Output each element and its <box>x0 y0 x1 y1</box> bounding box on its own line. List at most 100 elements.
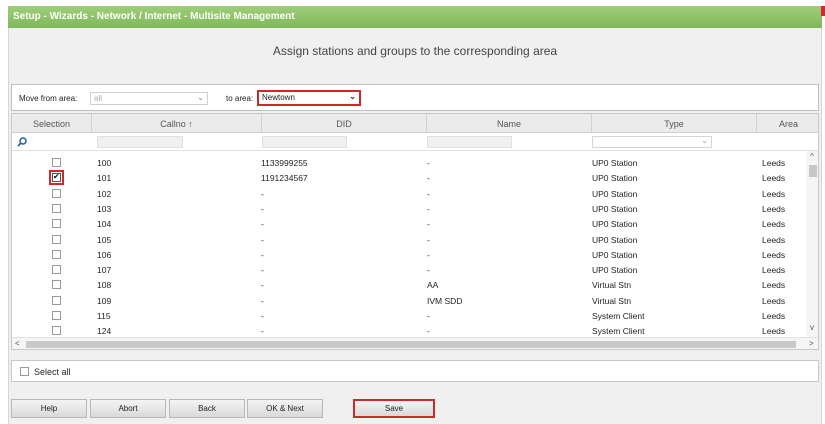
table-row[interactable]: 100 1133999255 - UP0 Station Leeds <box>12 155 806 170</box>
cell-did: - <box>261 203 264 214</box>
row-select-checkbox[interactable] <box>52 265 61 275</box>
cell-did: - <box>261 219 264 230</box>
cell-area: Leeds <box>762 188 786 199</box>
save-button[interactable]: Save <box>353 399 435 418</box>
select-all-checkbox[interactable] <box>20 367 29 376</box>
page-heading: Assign stations and groups to the corres… <box>272 44 558 58</box>
cell-callno: 103 <box>97 203 112 214</box>
cell-area: Leeds <box>762 173 786 184</box>
row-select-checkbox[interactable] <box>52 203 61 213</box>
select-all-label[interactable]: Select all <box>34 367 71 377</box>
callno-filter-input[interactable] <box>97 136 183 148</box>
cell-type: System Client <box>592 311 645 321</box>
table-header: Selection Callno ↑ DID Name Type Area <box>12 114 818 133</box>
help-button[interactable]: Help <box>11 399 87 418</box>
cell-type: Virtual Stn <box>592 280 632 291</box>
cell-callno: 107 <box>97 265 112 276</box>
row-select-checkbox[interactable] <box>52 295 61 305</box>
cell-name: - <box>427 203 430 214</box>
cell-area: Leeds <box>762 158 786 168</box>
vertical-scrollbar[interactable]: ^ v <box>806 151 818 337</box>
move-area-bar: Move from area: all ⌄ to area: Newtown ⌄ <box>11 84 819 111</box>
column-header-selection[interactable]: Selection <box>12 114 92 133</box>
cell-callno: 104 <box>97 219 112 230</box>
cell-callno: 105 <box>97 234 112 245</box>
cell-area: Leeds <box>762 311 786 321</box>
table-row[interactable]: 104 - - UP0 Station Leeds <box>12 216 806 231</box>
cell-callno: 101 <box>97 173 112 184</box>
column-header-callno[interactable]: Callno ↑ <box>92 114 262 133</box>
move-from-select: all ⌄ <box>90 92 208 105</box>
cell-area: Leeds <box>762 234 786 245</box>
vertical-scroll-thumb[interactable] <box>809 165 817 177</box>
abort-button[interactable]: Abort <box>90 399 166 418</box>
did-filter-input[interactable] <box>262 136 347 148</box>
row-select-checkbox[interactable] <box>52 188 61 198</box>
cell-name: - <box>427 265 430 276</box>
cell-name: - <box>427 311 430 321</box>
ok-next-button[interactable]: OK & Next <box>247 399 323 418</box>
table-row[interactable]: 115 - - System Client Leeds <box>12 308 806 323</box>
row-select-checkbox[interactable] <box>52 311 61 320</box>
to-area-select[interactable]: Newtown ⌄ <box>257 90 361 106</box>
cell-name: - <box>427 234 430 245</box>
table-row[interactable]: 108 - AA Virtual Stn Leeds <box>12 277 806 292</box>
column-header-did[interactable]: DID <box>262 114 427 133</box>
scroll-left-icon[interactable]: < <box>15 339 20 348</box>
cell-name: - <box>427 219 430 230</box>
column-header-type[interactable]: Type <box>592 114 757 133</box>
column-header-area[interactable]: Area <box>757 114 818 133</box>
cell-did: - <box>261 234 264 245</box>
close-icon[interactable] <box>821 6 825 16</box>
table-row[interactable]: 109 - IVM SDD Virtual Stn Leeds <box>12 293 806 308</box>
cell-did: - <box>261 295 264 306</box>
type-filter-select[interactable]: ⌄ <box>592 136 712 148</box>
move-from-label: Move from area: <box>19 94 78 103</box>
cell-name: IVM SDD <box>427 295 463 306</box>
cell-callno: 102 <box>97 188 112 199</box>
column-header-name[interactable]: Name <box>427 114 592 133</box>
cell-did: - <box>261 265 264 276</box>
window-title: Setup - Wizards - Network / Internet - M… <box>8 6 822 28</box>
cell-did: - <box>261 249 264 260</box>
cell-area: Leeds <box>762 295 786 306</box>
to-area-label: to area: <box>226 94 254 103</box>
horizontal-scrollbar[interactable]: < > <box>12 337 818 349</box>
cell-area: Leeds <box>762 203 786 214</box>
row-select-checkbox[interactable] <box>52 219 61 229</box>
table-row[interactable]: 105 - - UP0 Station Leeds <box>12 232 806 247</box>
cell-name: AA <box>427 280 439 291</box>
cell-callno: 106 <box>97 249 112 260</box>
row-select-checkbox[interactable] <box>52 172 61 183</box>
scroll-down-icon[interactable]: v <box>810 323 814 332</box>
cell-name: - <box>427 158 430 168</box>
cell-name: - <box>427 326 430 337</box>
chevron-down-icon: ⌄ <box>701 136 708 145</box>
table-row[interactable]: 101 1191234567 - UP0 Station Leeds <box>12 170 806 186</box>
cell-type: Virtual Stn <box>592 295 632 306</box>
stations-table: Selection Callno ↑ DID Name Type Area ⌄ … <box>11 113 819 350</box>
table-row[interactable]: 103 - - UP0 Station Leeds <box>12 201 806 216</box>
back-button[interactable]: Back <box>169 399 245 418</box>
table-row[interactable]: 107 - - UP0 Station Leeds <box>12 262 806 277</box>
cell-type: UP0 Station <box>592 265 638 276</box>
cell-type: System Client <box>592 326 645 337</box>
row-select-checkbox[interactable] <box>52 249 61 259</box>
scroll-right-icon[interactable]: > <box>809 339 814 348</box>
row-select-checkbox[interactable] <box>52 326 61 336</box>
cell-did: - <box>261 188 264 199</box>
scroll-up-icon[interactable]: ^ <box>810 152 814 161</box>
table-row[interactable]: 106 - - UP0 Station Leeds <box>12 247 806 262</box>
cell-name: - <box>427 249 430 260</box>
cell-callno: 124 <box>97 326 112 337</box>
row-select-checkbox[interactable] <box>52 158 61 167</box>
cell-callno: 108 <box>97 280 112 291</box>
row-select-checkbox[interactable] <box>52 280 61 290</box>
name-filter-input[interactable] <box>427 136 512 148</box>
horizontal-scroll-thumb[interactable] <box>26 341 796 348</box>
row-select-checkbox[interactable] <box>52 234 61 244</box>
table-row[interactable]: 102 - - UP0 Station Leeds <box>12 186 806 201</box>
cell-type: UP0 Station <box>592 158 638 168</box>
search-icon <box>17 137 27 147</box>
cell-area: Leeds <box>762 280 786 291</box>
